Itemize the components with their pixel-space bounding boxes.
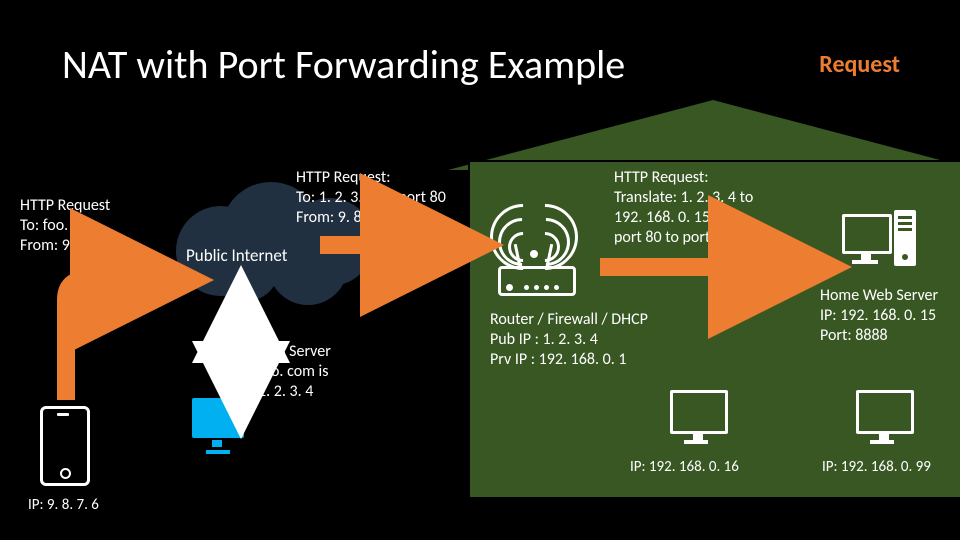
router-icon bbox=[498, 266, 570, 296]
arrow-phone-to-cloud bbox=[60, 270, 210, 425]
lan-pc-1-ip: IP: 192. 168. 0. 16 bbox=[630, 458, 739, 477]
home-web-server-label: Home Web Server IP: 192. 168. 0. 15 Port… bbox=[820, 286, 938, 346]
req3-line1: HTTP Request: bbox=[614, 168, 753, 188]
wifi-icon bbox=[486, 202, 582, 262]
page-title: NAT with Port Forwarding Example bbox=[62, 40, 625, 89]
home-web-server-icon bbox=[842, 210, 918, 272]
internet-cloud-label: Public Internet bbox=[186, 245, 287, 266]
arrow-cloud-to-router bbox=[320, 230, 480, 265]
router-label: Router / Firewall / DHCP Pub IP : 1. 2. … bbox=[490, 310, 648, 370]
dns-line2: foo. com is bbox=[258, 362, 331, 382]
lan-pc-1-icon bbox=[670, 390, 728, 452]
server-line3: Port: 8888 bbox=[820, 326, 938, 346]
server-line1: Home Web Server bbox=[820, 286, 938, 306]
router-line2: Pub IP : 1. 2. 3. 4 bbox=[490, 330, 648, 350]
req3-line3: 192. 168. 0. 15 bbox=[614, 208, 753, 228]
req2-line3: From: 9. 8. 7. 6 bbox=[296, 208, 446, 228]
arrow-router-to-server bbox=[600, 252, 828, 287]
diagram-stage: NAT with Port Forwarding Example Request… bbox=[0, 0, 960, 540]
router-line1: Router / Firewall / DHCP bbox=[490, 310, 648, 330]
router-line3: Prv IP : 192. 168. 0. 1 bbox=[490, 350, 648, 370]
req2-line1: HTTP Request: bbox=[296, 168, 446, 188]
req1-line3: From: 9. 8. 7. 6 bbox=[20, 236, 117, 256]
lan-pc-2-ip: IP: 192. 168. 0. 99 bbox=[822, 458, 931, 477]
dns-line1: DNS Server bbox=[258, 342, 331, 362]
server-line2: IP: 192. 168. 0. 15 bbox=[820, 306, 938, 326]
dns-line3: 1. 2. 3. 4 bbox=[258, 382, 331, 402]
http-request-3: HTTP Request: Translate: 1. 2. 3. 4 to 1… bbox=[614, 168, 753, 248]
req3-line4: port 80 to port 8888 bbox=[614, 228, 753, 248]
http-request-2: HTTP Request: To: 1. 2. 3. 4 on port 80 … bbox=[296, 168, 446, 228]
req1-line1: HTTP Request bbox=[20, 196, 117, 216]
req1-line2: To: foo. com bbox=[20, 216, 117, 236]
dns-server-label: DNS Server foo. com is 1. 2. 3. 4 bbox=[258, 342, 331, 402]
subtitle-request: Request bbox=[819, 50, 900, 79]
req3-line2: Translate: 1. 2. 3. 4 to bbox=[614, 188, 753, 208]
http-request-1: HTTP Request To: foo. com From: 9. 8. 7.… bbox=[20, 196, 117, 256]
phone-ip-label: IP: 9. 8. 7. 6 bbox=[28, 496, 99, 515]
lan-pc-2-icon bbox=[856, 390, 914, 452]
arrow-cloud-dns bbox=[226, 306, 256, 403]
req2-line2: To: 1. 2. 3. 4 on port 80 bbox=[296, 188, 446, 208]
